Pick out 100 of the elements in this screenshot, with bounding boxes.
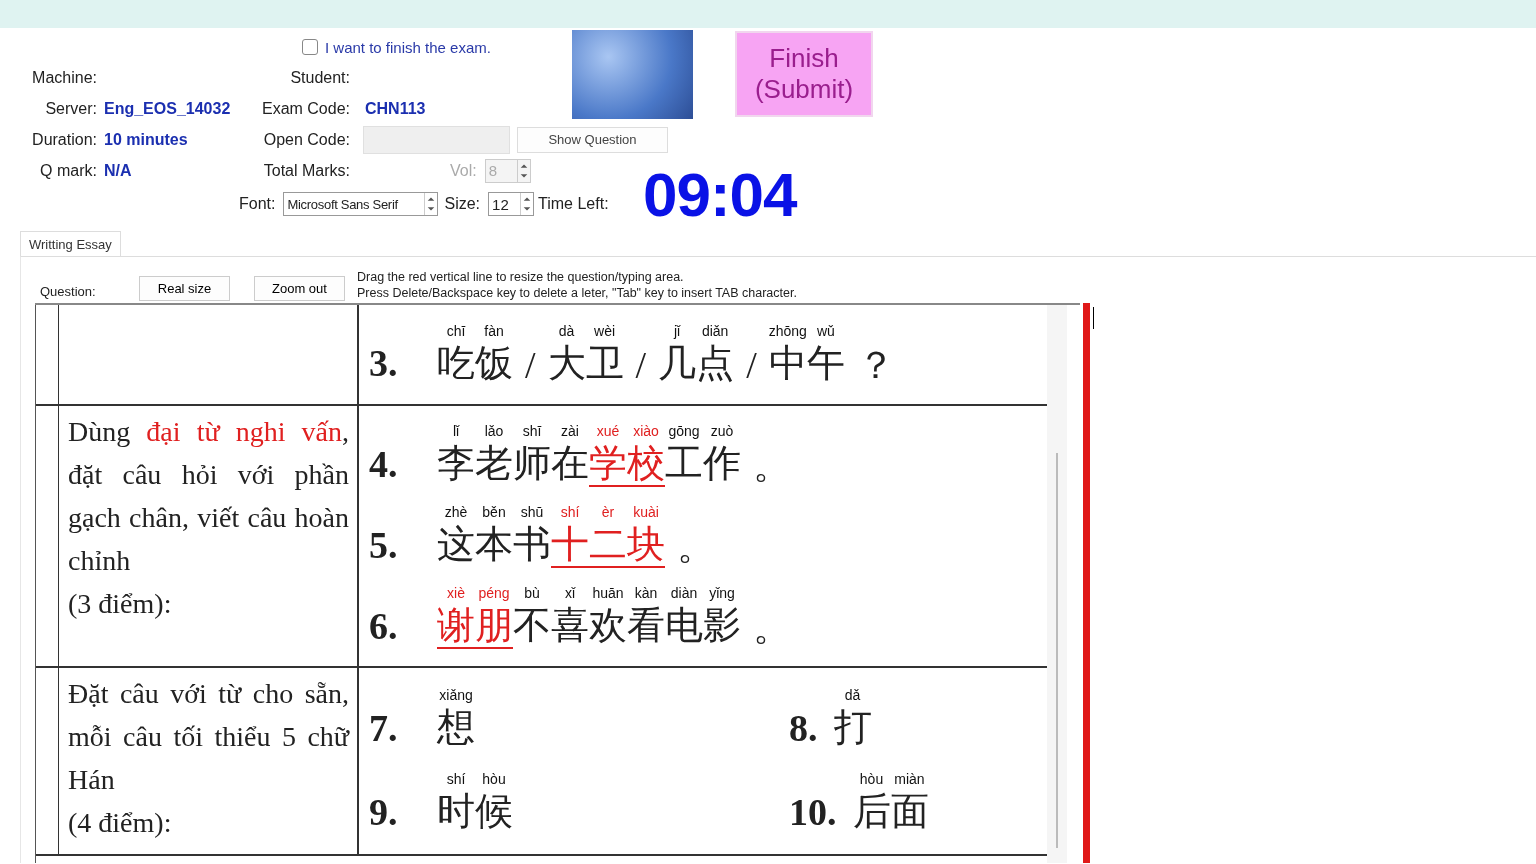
question-number: 9.: [369, 792, 399, 831]
chinese-character: 午: [806, 342, 845, 385]
pinyin-text: lǐ: [452, 423, 460, 440]
chinese-character: 师: [513, 443, 551, 485]
pinyin-text: běn: [482, 504, 506, 521]
chinese-character: 老: [475, 443, 513, 485]
hint-text: Press Delete/Backspace key to delete a leter, "Tab" key to insert TAB character.: [357, 285, 797, 301]
question-number: 10.: [789, 792, 837, 831]
pinyin-text: xiè: [447, 585, 465, 601]
pinyin-text: diǎn: [701, 322, 729, 339]
size-spinner[interactable]: 12: [488, 192, 535, 216]
punctuation-mark: /: [746, 344, 757, 387]
punctuation-mark: 。: [677, 526, 715, 568]
field-label: Total Marks:: [262, 161, 350, 180]
pinyin-text: lǎo: [484, 423, 504, 440]
chinese-character: 欢: [589, 605, 627, 647]
field-label: Server:: [44, 99, 97, 118]
pinyin-text: miàn: [894, 770, 925, 787]
hint-text: Drag the red vertical line to resize the question/typing area.: [357, 269, 685, 285]
field-label: Open Code:: [262, 130, 350, 149]
chinese-character: 不: [513, 605, 551, 647]
chinese-character: 学: [589, 443, 627, 485]
pinyin-text: yǐng: [709, 585, 735, 601]
pinyin-text: gōng: [668, 423, 700, 440]
chinese-character: 大: [547, 342, 586, 385]
field-value: Eng_EOS_14032: [103, 99, 232, 118]
open-code-field[interactable]: [363, 125, 510, 154]
scrollbar[interactable]: [1047, 305, 1067, 863]
pinyin-text: shī: [522, 423, 542, 440]
resize-handle[interactable]: [1083, 303, 1090, 863]
field-label: Font:: [239, 195, 276, 213]
pinyin-text: wǔ: [816, 322, 835, 339]
chinese-character: 这: [437, 524, 475, 566]
chinese-character: 中: [768, 342, 807, 385]
finish-button[interactable]: Finish (Submit): [735, 31, 873, 117]
chinese-character: 想: [437, 707, 475, 750]
chinese-character: 候: [475, 790, 513, 833]
chinese-character: 本: [475, 524, 513, 566]
field-label: Time Left:: [538, 195, 609, 213]
chinese-character: 面: [890, 790, 929, 833]
pinyin-text: zhōng: [768, 322, 807, 339]
pinyin-text: wèi: [594, 322, 616, 339]
instruction-text: Đặt câu với từ cho sẵn, mỗi câu tối thiểu 5 chữ Hán: [68, 677, 349, 797]
chinese-character: 朋: [475, 605, 513, 647]
punctuation-mark: 。: [753, 445, 791, 487]
checkbox[interactable]: [302, 39, 318, 55]
chinese-character: 看: [627, 605, 665, 647]
chinese-character: 李: [437, 443, 475, 485]
field-label: Q mark:: [39, 161, 97, 180]
pinyin-text: chī: [446, 322, 466, 339]
pinyin-text: hòu: [482, 770, 506, 787]
pinyin-text: xǐ: [564, 585, 576, 601]
instruction-text: Dùng đại từ nghi vấn, đặt câu hỏi với phần gạch chân, viết câu hoàn chỉnh: [68, 415, 349, 578]
punctuation-mark: /: [635, 344, 647, 387]
chinese-character: 十: [551, 524, 589, 566]
pinyin-text: hòu: [859, 770, 884, 787]
question-number: 3.: [369, 344, 399, 383]
chinese-character: 后: [852, 790, 891, 833]
chinese-character: 电: [665, 605, 703, 647]
chinese-character: 工: [665, 443, 703, 485]
pinyin-text: èr: [601, 504, 615, 521]
pinyin-text: zài: [561, 423, 579, 440]
field-label: Exam Code:: [260, 99, 350, 118]
punctuation-mark: ？: [856, 344, 895, 387]
pinyin-text: kàn: [634, 585, 658, 601]
question-number: 5.: [369, 525, 399, 564]
pinyin-text: xiǎng: [439, 687, 473, 704]
chinese-character: 校: [627, 443, 665, 485]
pinyin-text: dǎ: [844, 687, 861, 704]
chinese-character: 作: [703, 443, 741, 485]
chinese-character: 块: [627, 524, 665, 566]
chinese-character: 饭: [475, 342, 513, 385]
pinyin-text: fàn: [484, 322, 504, 339]
countdown-timer: 09:04: [643, 159, 797, 230]
chinese-character: 点: [696, 342, 735, 385]
toolbar-button[interactable]: Real size: [139, 276, 230, 301]
pinyin-text: shí: [446, 770, 466, 787]
tab[interactable]: Writting Essay: [20, 231, 121, 256]
chinese-character: 时: [437, 790, 475, 833]
field-label: Machine:: [31, 68, 97, 87]
chinese-character: 喜: [551, 605, 589, 647]
field-label: Student:: [289, 68, 350, 87]
toolbar-button[interactable]: Zoom out: [254, 276, 345, 301]
field-label: Duration:: [31, 130, 97, 149]
question-number: 4.: [369, 444, 399, 483]
show-question-button[interactable]: Show Question: [517, 126, 668, 153]
pinyin-text: shí: [560, 504, 580, 521]
pinyin-text: bù: [524, 585, 540, 601]
pinyin-text: zhè: [444, 504, 468, 521]
question-number: 6.: [369, 606, 399, 645]
field-value: N/A: [103, 161, 133, 180]
chinese-character: 几: [658, 342, 697, 385]
font-spinner[interactable]: Microsoft Sans Serif: [283, 192, 439, 216]
points-text: (4 điểm):: [68, 806, 173, 840]
chinese-character: 影: [703, 605, 741, 647]
pinyin-text: shū: [520, 504, 544, 521]
punctuation-mark: /: [525, 344, 536, 387]
text-cursor: [1093, 307, 1094, 329]
field-label: Size:: [444, 195, 481, 213]
field-value: CHN113: [364, 99, 426, 118]
